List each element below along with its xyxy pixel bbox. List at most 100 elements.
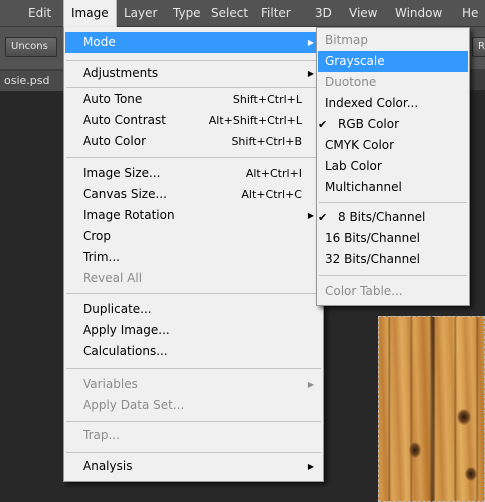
menu-item-canvas-size[interactable]: Canvas Size... Alt+Ctrl+C [65, 184, 322, 205]
menu-help[interactable]: He [456, 0, 484, 27]
menu-item-label: Image Size... [83, 166, 161, 180]
mode-item-multichannel[interactable]: Multichannel [318, 177, 468, 198]
menu-select[interactable]: Select [205, 0, 254, 27]
menu-item-crop[interactable]: Crop [65, 226, 322, 247]
menu-item-label: 16 Bits/Channel [325, 231, 420, 245]
menu-item-label: Color Table... [325, 284, 403, 298]
canvas-wood-image [378, 316, 485, 502]
menu-bar: Edit Image Layer Type Select Filter 3D V… [0, 0, 485, 27]
menu-item-trap: Trap... [65, 425, 322, 446]
menu-item-label: Lab Color [325, 159, 382, 173]
mode-item-indexed-color[interactable]: Indexed Color... [318, 93, 468, 114]
mode-item-duotone: Duotone [318, 72, 468, 93]
mode-item-bitmap: Bitmap [318, 30, 468, 51]
wood-knot [457, 409, 471, 425]
menu-item-label: Variables [83, 377, 138, 391]
menu-item-label: Grayscale [325, 54, 385, 68]
menu-separator [66, 293, 321, 294]
menu-item-image-size[interactable]: Image Size... Alt+Ctrl+I [65, 163, 322, 184]
menu-item-apply-image[interactable]: Apply Image... [65, 320, 322, 341]
menu-3d[interactable]: 3D [309, 0, 338, 27]
menu-item-label: Adjustments [83, 66, 159, 80]
menu-item-apply-data-set: Apply Data Set... [65, 395, 322, 416]
menu-item-adjustments[interactable]: Adjustments ▶ [65, 63, 322, 84]
menu-item-label: Duplicate... [83, 302, 152, 316]
mode-item-cmyk-color[interactable]: CMYK Color [318, 135, 468, 156]
wood-knot [409, 442, 421, 458]
mode-item-rgb-color[interactable]: ✔ RGB Color [318, 114, 468, 135]
menu-item-label: RGB Color [338, 117, 400, 131]
document-tab[interactable]: osie.psd [0, 71, 64, 91]
menu-item-label: 8 Bits/Channel [338, 210, 426, 224]
menu-item-auto-color[interactable]: Auto Color Shift+Ctrl+B [65, 131, 322, 152]
menu-image[interactable]: Image [63, 0, 117, 27]
menu-item-label: Trap... [83, 428, 120, 442]
menu-item-label: Mode [83, 35, 116, 49]
menu-separator [66, 87, 321, 88]
menu-item-duplicate[interactable]: Duplicate... [65, 299, 322, 320]
shortcut-label: Shift+Ctrl+L [232, 93, 302, 106]
menu-view[interactable]: View [343, 0, 383, 27]
chevron-right-icon: ▶ [307, 38, 314, 47]
menu-item-label: Auto Tone [83, 92, 143, 106]
menu-separator [66, 421, 321, 422]
chevron-right-icon: ▶ [307, 380, 314, 389]
menu-item-label: Apply Image... [83, 323, 170, 337]
image-menu-dropdown: Mode ▶ Adjustments ▶ Auto Tone Shift+Ctr… [63, 27, 324, 482]
menu-window[interactable]: Window [389, 0, 448, 27]
menu-item-reveal-all: Reveal All [65, 268, 322, 289]
menu-item-auto-tone[interactable]: Auto Tone Shift+Ctrl+L [65, 89, 322, 110]
shortcut-label: Alt+Ctrl+C [241, 188, 302, 201]
menu-item-label: 32 Bits/Channel [325, 252, 420, 266]
menu-item-image-rotation[interactable]: Image Rotation ▶ [65, 205, 322, 226]
menu-separator [66, 157, 321, 158]
menu-edit[interactable]: Edit [22, 0, 57, 27]
menu-item-label: Analysis [83, 459, 133, 473]
menu-separator [319, 202, 467, 203]
check-icon: ✔ [318, 211, 328, 224]
menu-item-label: Indexed Color... [325, 96, 419, 110]
menu-item-label: Calculations... [83, 344, 168, 358]
menu-separator [66, 368, 321, 369]
shortcut-label: Shift+Ctrl+B [231, 135, 302, 148]
menu-item-label: Duotone [325, 75, 377, 89]
options-right-button[interactable]: R [472, 37, 485, 57]
shortcut-label: Alt+Shift+Ctrl+L [208, 114, 302, 127]
mode-item-8-bits[interactable]: ✔ 8 Bits/Channel [318, 207, 468, 228]
menu-item-mode[interactable]: Mode ▶ [65, 32, 322, 53]
menu-item-analysis[interactable]: Analysis ▶ [65, 456, 322, 477]
menu-item-label: Trim... [83, 250, 120, 264]
mode-item-16-bits[interactable]: 16 Bits/Channel [318, 228, 468, 249]
wood-knot [465, 467, 477, 481]
menu-item-calculations[interactable]: Calculations... [65, 341, 322, 362]
menu-item-trim[interactable]: Trim... [65, 247, 322, 268]
menu-item-label: Reveal All [83, 271, 143, 285]
menu-item-variables: Variables ▶ [65, 374, 322, 395]
menu-item-label: Auto Contrast [83, 113, 166, 127]
chevron-right-icon: ▶ [307, 462, 314, 471]
mode-submenu: Bitmap Grayscale Duotone Indexed Color..… [316, 27, 470, 306]
menu-separator [319, 275, 467, 276]
menu-item-label: Image Rotation [83, 208, 175, 222]
menu-item-label: Crop [83, 229, 112, 243]
menu-item-label: Apply Data Set... [83, 398, 185, 412]
menu-separator [66, 452, 321, 453]
check-icon: ✔ [318, 118, 328, 131]
menu-item-label: Multichannel [325, 180, 402, 194]
menu-separator [66, 60, 321, 61]
chevron-right-icon: ▶ [307, 211, 314, 220]
constrain-dropdown[interactable]: Uncons [5, 37, 57, 57]
menu-item-label: CMYK Color [325, 138, 395, 152]
chevron-right-icon: ▶ [307, 69, 314, 78]
menu-layer[interactable]: Layer [118, 0, 163, 27]
menu-item-label: Auto Color [83, 134, 147, 148]
menu-item-label: Bitmap [325, 33, 368, 47]
mode-item-color-table: Color Table... [318, 281, 468, 302]
mode-item-grayscale[interactable]: Grayscale [318, 51, 468, 72]
menu-item-auto-contrast[interactable]: Auto Contrast Alt+Shift+Ctrl+L [65, 110, 322, 131]
menu-type[interactable]: Type [167, 0, 207, 27]
shortcut-label: Alt+Ctrl+I [245, 167, 302, 180]
menu-filter[interactable]: Filter [255, 0, 297, 27]
mode-item-32-bits[interactable]: 32 Bits/Channel [318, 249, 468, 270]
mode-item-lab-color[interactable]: Lab Color [318, 156, 468, 177]
